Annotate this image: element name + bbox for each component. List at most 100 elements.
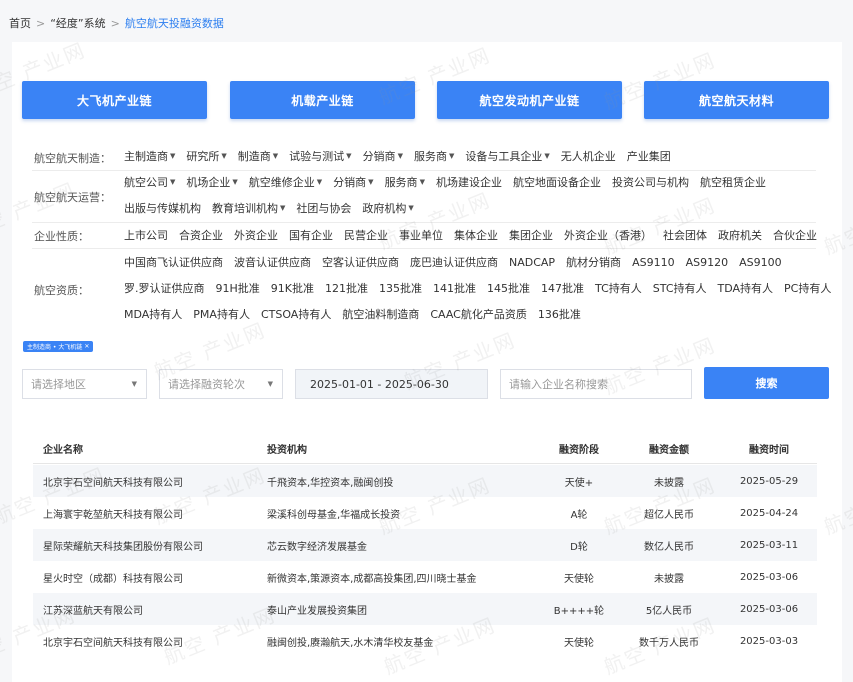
filter-option[interactable]: AS9110: [632, 256, 675, 269]
active-filter-tag[interactable]: 主制造商 • 大飞机链 ✕: [23, 341, 94, 352]
category-button-engine[interactable]: 航空发动机产业链: [437, 81, 622, 119]
cell-amount: 5亿人民币: [645, 605, 693, 617]
filter-option[interactable]: 社团与协会: [296, 200, 351, 216]
category-button-airborne[interactable]: 机载产业链: [230, 81, 415, 119]
table-row: 星火时空（成都）科技有限公司 新微资本,策源资本,成都高投集团,四川晓士基金 天使轮…: [33, 561, 817, 593]
cell-company-name[interactable]: 星火时空（成都）科技有限公司: [43, 561, 183, 593]
filter-option[interactable]: NADCAP: [509, 256, 555, 269]
filter-option[interactable]: 91H批准: [216, 280, 260, 296]
filter-option[interactable]: 机场建设企业: [436, 174, 502, 190]
filter-option[interactable]: 主制造商 ▼: [124, 148, 175, 164]
filter-option[interactable]: 服务商 ▼: [414, 148, 454, 164]
filter-option[interactable]: 外资企业（香港）: [564, 227, 652, 243]
filter-option[interactable]: MDA持有人: [124, 306, 182, 322]
filter-option[interactable]: AS9100: [739, 256, 782, 269]
filter-option[interactable]: CTSOA持有人: [261, 306, 331, 322]
table-row: 星际荣耀航天科技集团股份有限公司 芯云数字经济发展基金 D轮 数亿人民币 2025-03…: [33, 529, 817, 561]
close-icon[interactable]: ✕: [84, 343, 89, 350]
date-range-value: 2025-01-01 - 2025-06-30: [310, 377, 449, 391]
filter-option[interactable]: 航空油料制造商: [342, 306, 419, 322]
region-select[interactable]: 请选择地区 ▼: [22, 369, 147, 399]
filter-option[interactable]: 庞巴迪认证供应商: [410, 254, 498, 270]
filter-option[interactable]: 航空地面设备企业: [513, 174, 601, 190]
cell-company-name[interactable]: 北京宇石空间航天科技有限公司: [43, 625, 183, 657]
filter-option[interactable]: 中国商飞认证供应商: [124, 254, 223, 270]
filter-option[interactable]: 上市公司: [124, 227, 168, 243]
filter-option[interactable]: 服务商 ▼: [385, 174, 425, 190]
cell-date: 2025-05-29: [739, 475, 799, 487]
caret-down-icon: ▼: [170, 152, 176, 160]
filter-option-label: 制造商: [237, 150, 271, 163]
filter-option[interactable]: 罗.罗认证供应商: [124, 280, 205, 296]
round-select[interactable]: 请选择融资轮次 ▼: [159, 369, 283, 399]
filter-option-label: CTSOA持有人: [260, 308, 332, 321]
filter-option[interactable]: 航空租赁企业: [700, 174, 766, 190]
filter-option[interactable]: STC持有人: [653, 280, 707, 296]
search-button[interactable]: 搜索: [704, 367, 829, 399]
filter-option[interactable]: 集体企业: [454, 227, 498, 243]
filter-option[interactable]: 民营企业: [344, 227, 388, 243]
filter-option[interactable]: 航空维修企业 ▼: [249, 174, 322, 190]
filter-option[interactable]: 教育培训机构 ▼: [212, 200, 285, 216]
filter-option-label: 航空油料制造商: [342, 308, 420, 321]
cell-company-name[interactable]: 上海寰宇乾堃航天科技有限公司: [43, 497, 183, 529]
filter-option[interactable]: TDA持有人: [718, 280, 774, 296]
filter-option[interactable]: 航空公司 ▼: [124, 174, 175, 190]
category-button-large-aircraft[interactable]: 大飞机产业链: [22, 81, 207, 119]
filter-option[interactable]: 合资企业: [179, 227, 223, 243]
filter-option[interactable]: 航材分销商: [566, 254, 621, 270]
filter-option[interactable]: AS9120: [686, 256, 729, 269]
filter-option[interactable]: PC持有人: [784, 280, 831, 296]
filter-option[interactable]: 试验与测试 ▼: [289, 148, 351, 164]
filter-option-label: 设备与工具企业: [465, 150, 543, 163]
filter-option[interactable]: 分销商 ▼: [333, 174, 373, 190]
filter-option[interactable]: 分销商 ▼: [363, 148, 403, 164]
filter-option[interactable]: 集团企业: [509, 227, 553, 243]
filter-option[interactable]: 社会团体: [663, 227, 707, 243]
filter-option[interactable]: 135批准: [379, 280, 422, 296]
filter-option[interactable]: 投资公司与机构: [612, 174, 689, 190]
filter-option[interactable]: 制造商 ▼: [238, 148, 278, 164]
filter-option[interactable]: CAAC航化产品资质: [430, 306, 527, 322]
filter-option[interactable]: 141批准: [433, 280, 476, 296]
filter-option[interactable]: 空客认证供应商: [322, 254, 399, 270]
filter-option[interactable]: PMA持有人: [193, 306, 250, 322]
filter-option-label: 外资企业（香港）: [564, 229, 652, 242]
filter-option-label: 社团与协会: [296, 202, 352, 215]
filter-option[interactable]: 136批准: [538, 306, 581, 322]
filter-option[interactable]: 事业单位: [399, 227, 443, 243]
category-button-materials[interactable]: 航空航天材料: [644, 81, 829, 119]
filter-option[interactable]: 147批准: [541, 280, 584, 296]
filter-option-label: 航空公司: [124, 176, 168, 189]
cell-company-name[interactable]: 北京宇石空间航天科技有限公司: [43, 465, 183, 497]
cell-date: 2025-04-24: [739, 507, 799, 519]
filter-option-label: 事业单位: [399, 229, 443, 242]
breadcrumb-home[interactable]: 首页: [9, 17, 31, 30]
filter-option[interactable]: 产业集团: [627, 148, 671, 164]
filter-option[interactable]: 机场企业 ▼: [186, 174, 237, 190]
filter-option[interactable]: 波音认证供应商: [234, 254, 311, 270]
filter-option[interactable]: 91K批准: [271, 280, 314, 296]
cell-company-name[interactable]: 星际荣耀航天科技集团股份有限公司: [43, 529, 203, 561]
breadcrumb-system[interactable]: “经度”系统: [50, 17, 105, 30]
filter-option[interactable]: 政府机构 ▼: [362, 200, 413, 216]
filter-option[interactable]: 145批准: [487, 280, 530, 296]
filter-option[interactable]: 政府机关: [718, 227, 762, 243]
filter-option[interactable]: 无人机企业: [561, 148, 616, 164]
table-row: 江苏深蓝航天有限公司 泰山产业发展投资集团 B++++轮 5亿人民币 2025-03-0…: [33, 593, 817, 625]
filter-option[interactable]: 外资企业: [234, 227, 278, 243]
cell-company-name[interactable]: 江苏深蓝航天有限公司: [43, 593, 143, 625]
filter-option[interactable]: 国有企业: [289, 227, 333, 243]
filter-option[interactable]: 合伙企业: [773, 227, 817, 243]
company-search-input[interactable]: 请输入企业名称搜索: [500, 369, 692, 399]
cell-stage: B++++轮: [553, 605, 605, 617]
filter-option-label: 147批准: [541, 282, 584, 295]
filter-option[interactable]: 设备与工具企业 ▼: [465, 148, 549, 164]
filter-option-label: 136批准: [537, 308, 581, 321]
filter-option[interactable]: 研究所 ▼: [186, 148, 226, 164]
date-range-input[interactable]: 2025-01-01 - 2025-06-30: [295, 369, 488, 399]
filter-option[interactable]: TC持有人: [595, 280, 642, 296]
filter-option[interactable]: 出版与传媒机构: [124, 200, 201, 216]
filter-option[interactable]: 121批准: [325, 280, 368, 296]
filter-option-label: STC持有人: [652, 282, 707, 295]
